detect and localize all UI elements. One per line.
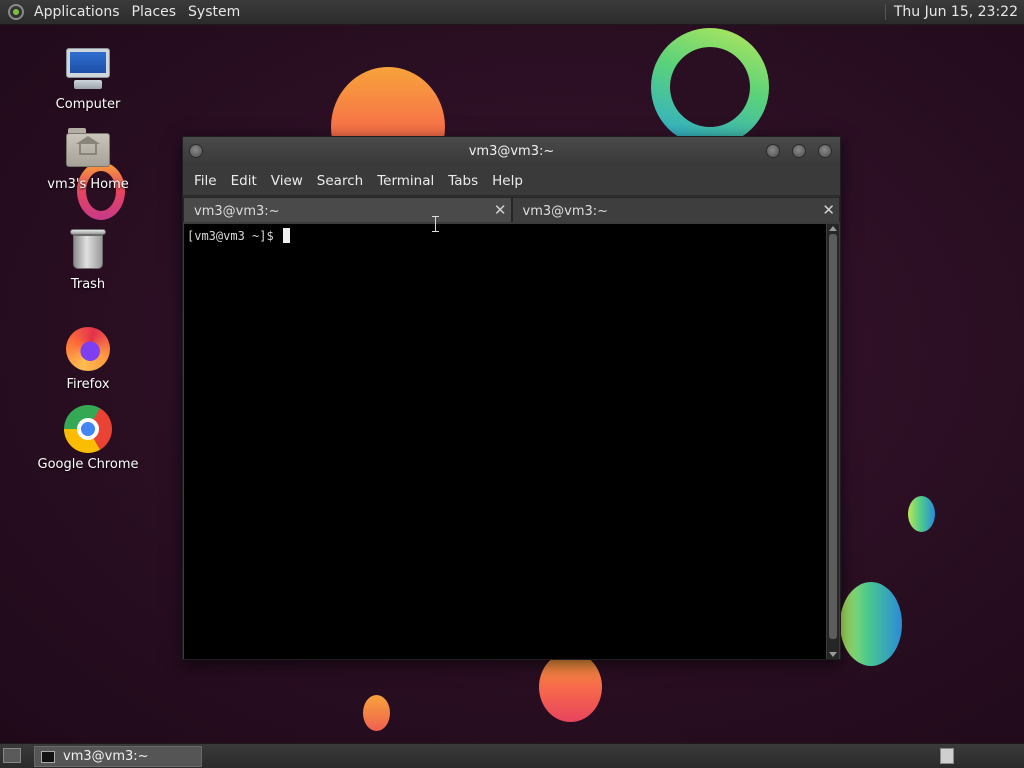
window-titlebar[interactable]: vm3@vm3:~ [183,137,840,167]
menu-file[interactable]: File [187,169,224,193]
clock[interactable]: Thu Jun 15, 23:22 [884,4,1024,20]
wallpaper-shape [840,582,902,666]
wallpaper-shape [908,496,935,532]
desktop-icon-home[interactable]: vm3's Home [33,125,143,192]
menu-edit[interactable]: Edit [224,169,264,193]
menu-view[interactable]: View [264,169,310,193]
desktop-icon-label: Firefox [66,377,110,392]
tab-1[interactable]: vm3@vm3:~ ✕ [183,197,512,222]
taskbar-window-button[interactable]: vm3@vm3:~ [34,746,202,767]
wallpaper-shape [363,695,390,731]
desktop-icon-label: vm3's Home [47,177,129,192]
chrome-icon [64,405,112,453]
desktop-icon-computer[interactable]: Computer [33,45,143,112]
distro-logo-icon[interactable] [8,4,24,20]
show-desktop-button[interactable] [3,748,21,763]
mouse-ibeam-cursor-icon [432,216,440,232]
scrollbar-thumb[interactable] [829,234,837,639]
window-title: vm3@vm3:~ [468,144,555,159]
home-folder-icon [64,125,112,173]
firefox-icon [64,325,112,373]
menu-search[interactable]: Search [310,169,370,193]
wallpaper-shape [539,652,602,722]
taskbar-window-label: vm3@vm3:~ [63,749,149,764]
menu-applications[interactable]: Applications [28,4,126,20]
scroll-up-arrow-icon[interactable] [829,226,837,231]
tab-label: vm3@vm3:~ [522,204,609,219]
close-tab-icon[interactable]: ✕ [494,201,507,219]
computer-icon [64,45,112,93]
scroll-down-arrow-icon[interactable] [829,652,837,657]
close-window-button[interactable] [818,144,832,158]
text-cursor [282,228,290,243]
terminal-window: vm3@vm3:~ File Edit View Search Terminal… [182,136,841,660]
tab-label: vm3@vm3:~ [194,204,280,219]
tab-2[interactable]: vm3@vm3:~ ✕ [511,197,840,222]
terminal-scrollbar[interactable] [827,224,839,659]
menu-terminal[interactable]: Terminal [370,169,441,193]
menu-places[interactable]: Places [126,4,183,20]
wallpaper-shape [651,28,769,146]
menu-system[interactable]: System [182,4,246,20]
prompt-text: [vm3@vm3 ~]$ [187,229,281,243]
terminal-menubar: File Edit View Search Terminal Tabs Help [183,167,840,195]
desktop-icon-label: Computer [55,97,121,112]
close-tab-icon[interactable]: ✕ [822,201,835,219]
desktop-icon-chrome[interactable]: Google Chrome [33,405,143,472]
minimize-button[interactable] [766,144,780,158]
terminal-tabbar: vm3@vm3:~ ✕ vm3@vm3:~ ✕ [183,195,840,222]
terminal-output-area[interactable]: [vm3@vm3 ~]$ [184,224,826,659]
bottom-panel: vm3@vm3:~ [0,743,1024,768]
desktop-icon-trash[interactable]: Trash [33,225,143,292]
maximize-button[interactable] [792,144,806,158]
terminal-icon [41,750,55,763]
desktop-icon-label: Google Chrome [37,457,139,472]
desktop-icon-firefox[interactable]: Firefox [33,325,143,392]
trash-icon [64,225,112,273]
desktop-icon-label: Trash [70,277,106,292]
top-panel: Applications Places System Thu Jun 15, 2… [0,0,1024,25]
shell-prompt: [vm3@vm3 ~]$ [187,228,290,243]
menu-help[interactable]: Help [485,169,530,193]
menu-tabs[interactable]: Tabs [441,169,485,193]
workspace-switcher[interactable] [940,748,954,764]
